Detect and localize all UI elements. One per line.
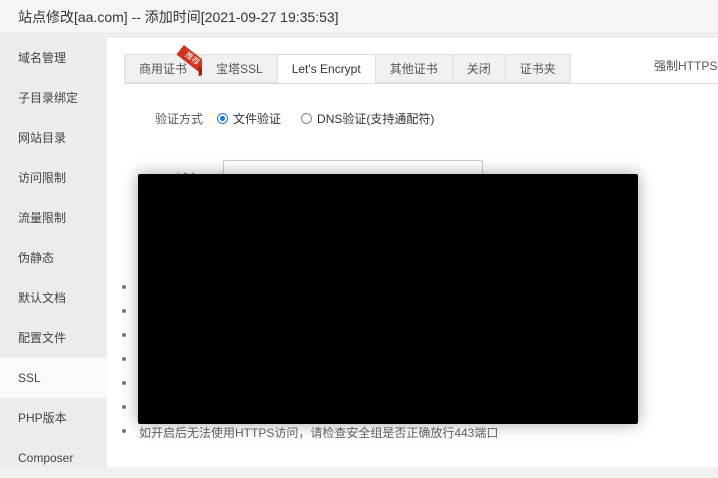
- sidebar-item-ssl[interactable]: SSL: [0, 358, 107, 398]
- tab-cert-folder[interactable]: 证书夹: [505, 54, 571, 83]
- verify-method-row: 验证方式 文件验证 DNS验证(支持通配符): [155, 110, 454, 127]
- tab-commercial-cert[interactable]: 商用证书 推荐: [124, 45, 209, 83]
- window-title: 站点修改[aa.com] -- 添加时间[2021-09-27 19:35:53…: [0, 0, 718, 34]
- https-port-note: 如开启后无法使用HTTPS访问，请检查安全组是否正确放行443端口: [139, 426, 499, 440]
- sidebar-item-composer[interactable]: Composer: [0, 438, 107, 478]
- tab-lets-encrypt[interactable]: Let's Encrypt: [277, 54, 376, 84]
- sidebar-item-domain[interactable]: 域名管理: [0, 38, 107, 78]
- tab-other-cert[interactable]: 其他证书: [375, 54, 453, 83]
- bullet-icon: [122, 333, 126, 337]
- sidebar-item-traffic-limit[interactable]: 流量限制: [0, 198, 107, 238]
- sidebar-item-subdir[interactable]: 子目录绑定: [0, 78, 107, 118]
- sidebar-item-php-version[interactable]: PHP版本: [0, 398, 107, 438]
- sidebar-item-rewrite[interactable]: 伪静态: [0, 238, 107, 278]
- sidebar-item-access-limit[interactable]: 访问限制: [0, 158, 107, 198]
- bullet-icon: [122, 285, 126, 289]
- bullet-icon: [122, 309, 126, 313]
- bullet-icon: [122, 405, 126, 409]
- tab-divider: [124, 83, 718, 84]
- radio-checked-icon: [217, 113, 229, 124]
- sidebar-item-config-file[interactable]: 配置文件: [0, 318, 107, 358]
- tab-bt-ssl[interactable]: 宝塔SSL: [202, 54, 278, 83]
- ssl-tabs: 商用证书 推荐 宝塔SSL Let's Encrypt 其他证书 关闭 证书夹: [124, 45, 571, 84]
- redaction-overlay: [138, 174, 638, 424]
- bullet-icon: [122, 357, 126, 361]
- radio-dns-verify[interactable]: DNS验证(支持通配符): [301, 110, 434, 127]
- bullet-icon: [122, 429, 126, 433]
- tab-close[interactable]: 关闭: [452, 54, 506, 83]
- sidebar-item-default-doc[interactable]: 默认文档: [0, 278, 107, 318]
- radio-label: 文件验证: [233, 112, 282, 126]
- force-https-toggle[interactable]: 强制HTTPS: [654, 57, 717, 74]
- radio-label: DNS验证(支持通配符): [317, 112, 435, 126]
- radio-unchecked-icon: [301, 113, 313, 124]
- sidebar: 域名管理 子目录绑定 网站目录 访问限制 流量限制 伪静态 默认文档 配置文件 …: [0, 38, 107, 467]
- radio-file-verify[interactable]: 文件验证: [217, 110, 281, 127]
- sidebar-item-site-dir[interactable]: 网站目录: [0, 118, 107, 158]
- bullet-icon: [122, 381, 126, 385]
- verify-method-label: 验证方式: [155, 112, 204, 126]
